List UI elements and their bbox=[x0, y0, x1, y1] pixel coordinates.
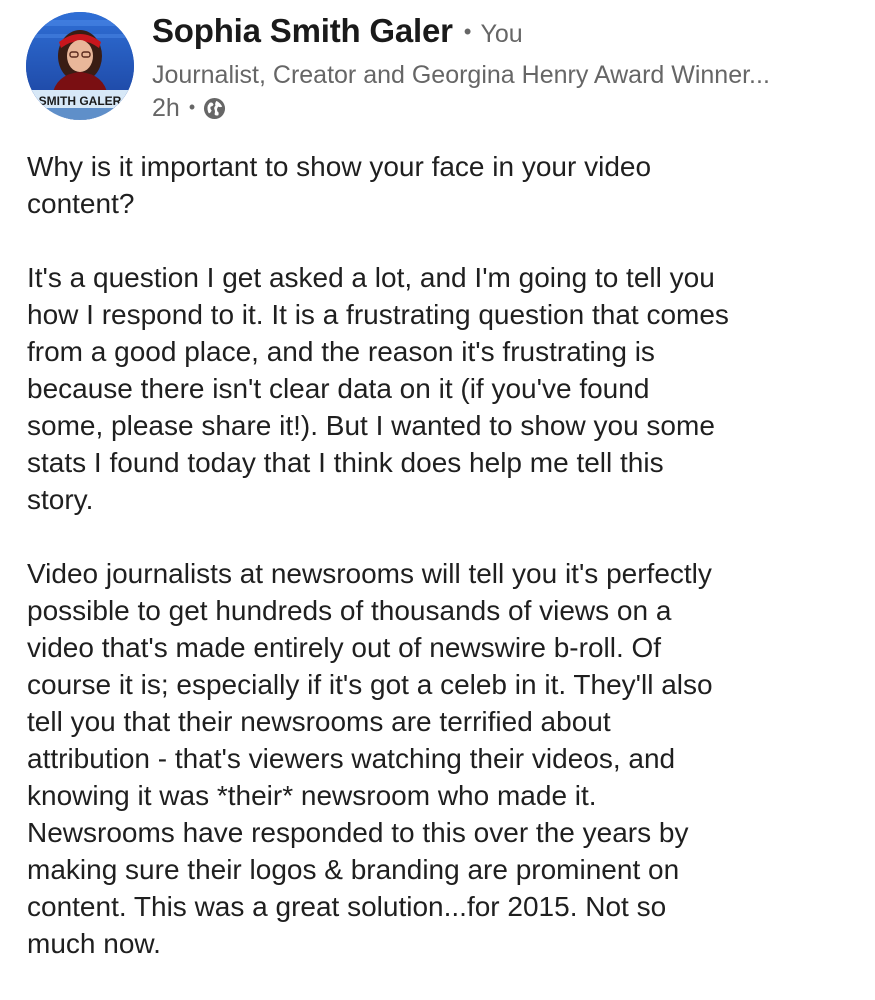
author-info: Sophia Smith Galer • You Journalist, Cre… bbox=[152, 12, 852, 124]
author-name[interactable]: Sophia Smith Galer bbox=[152, 12, 453, 50]
separator-dot: • bbox=[463, 19, 472, 44]
post-paragraph-2: It's a question I get asked a lot, and I… bbox=[27, 262, 729, 515]
author-name-line: Sophia Smith Galer • You bbox=[152, 12, 852, 56]
globe-icon bbox=[203, 97, 226, 120]
separator-dot: • bbox=[188, 96, 196, 117]
author-headline: Journalist, Creator and Georgina Henry A… bbox=[152, 61, 770, 89]
author-avatar[interactable]: SMITH GALER bbox=[26, 12, 134, 120]
post-timestamp[interactable]: 2h bbox=[152, 94, 180, 123]
post-paragraph-3: Video journalists at newsrooms will tell… bbox=[27, 558, 713, 959]
post-body: Why is it important to show your face in… bbox=[27, 148, 857, 962]
post-header: SMITH GALER Sophia Smith Galer • You Jou… bbox=[26, 12, 856, 122]
relationship-label: You bbox=[480, 20, 523, 48]
avatar-nameplate-text: SMITH GALER bbox=[39, 94, 122, 108]
post-meta: 2h • bbox=[152, 92, 852, 124]
post-paragraph-1: Why is it important to show your face in… bbox=[27, 151, 652, 219]
avatar-photo: SMITH GALER bbox=[26, 12, 134, 120]
